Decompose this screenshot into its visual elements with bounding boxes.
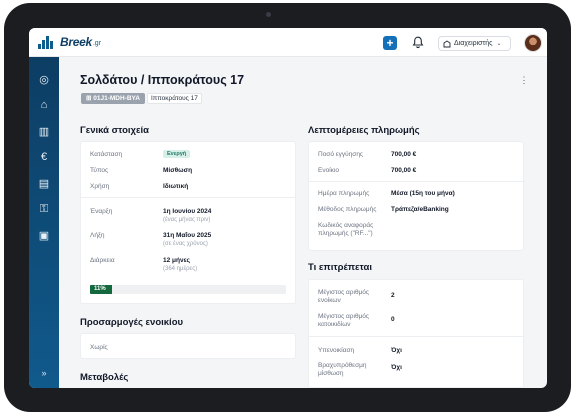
logo-mark-icon <box>38 35 58 49</box>
main-content: Σολδάτου / Ιπποκράτους 17 ⋮ ⊞ 01J1-MDH-B… <box>59 57 547 388</box>
sidebar-item-dashboard[interactable]: ◎ <box>36 71 52 87</box>
sidebar-expand-icon[interactable]: » <box>36 368 52 380</box>
adjustments-card: Χωρίς <box>80 333 296 359</box>
logo[interactable]: Breek .gr <box>38 34 101 50</box>
status-label: Κατάσταση <box>90 151 123 158</box>
payment-day-value: Μέσα (15η του μήνα) <box>391 190 455 197</box>
duration-days: (364 ημέρες) <box>163 266 198 272</box>
tablet-frame: Breek .gr + Διαχειριστής ⌄ ◎ ⌂ ▥ € ▤ ⚿ ▣… <box>4 3 571 412</box>
end-relative: (σε ένας χρόνος) <box>163 241 208 247</box>
documents-icon: ▤ <box>38 177 50 190</box>
contacts-icon: ▣ <box>38 229 50 242</box>
account-menu[interactable]: Διαχειριστής ⌄ <box>438 36 511 51</box>
duration-label: Διάρκεια <box>90 257 115 264</box>
account-menu-label: Διαχειριστής <box>454 40 493 47</box>
sidebar-item-properties[interactable]: ⌂ <box>36 97 52 113</box>
logo-text: Breek <box>60 35 92 49</box>
use-label: Χρήση <box>90 183 110 190</box>
changes-section-title: Μεταβολές <box>80 372 129 383</box>
start-relative: (ένας μήνας πριν) <box>163 217 211 223</box>
building-icon <box>443 39 451 47</box>
allowed-section-title: Τι επιτρέπεται <box>308 262 372 273</box>
payment-reference-label: Κωδικός αναφοράς πληρωμής ("RF...") <box>318 222 374 237</box>
top-bar: Breek .gr + Διαχειριστής ⌄ <box>29 28 547 57</box>
deposit-value: 700,00 € <box>391 151 417 158</box>
start-date: 1η Ιουνίου 2024 <box>163 208 212 215</box>
lease-code: 01J1-MDH-BYA <box>93 95 140 102</box>
end-date: 31η Μαΐου 2025 <box>163 232 212 239</box>
use-value: Ιδιωτική <box>163 183 189 190</box>
bell-icon[interactable] <box>412 36 424 49</box>
chevron-down-icon: ⌄ <box>496 41 502 47</box>
divider <box>81 197 297 198</box>
max-tenants-value: 2 <box>391 292 395 299</box>
rent-label: Ενοίκιο <box>318 167 339 174</box>
sidebar-item-documents[interactable]: ▤ <box>36 175 52 191</box>
start-value: 1η Ιουνίου 2024 (ένας μήνας πριν) <box>163 208 211 223</box>
general-section-title: Γενικά στοιχεία <box>80 125 149 136</box>
start-label: Έναρξη <box>90 208 113 215</box>
end-value: 31η Μαΐου 2025 (σε ένας χρόνος) <box>163 232 211 247</box>
avatar[interactable] <box>524 34 542 52</box>
lease-progress-bar: 11% <box>90 285 286 294</box>
page-title: Σολδάτου / Ιπποκράτους 17 <box>80 73 245 87</box>
sublet-label: Υπενοικίαση <box>318 347 355 354</box>
logo-suffix: .gr <box>92 40 102 47</box>
general-card: Κατάσταση Ενεργή Τύπος Μίσθωση Χρήση Ιδι… <box>80 141 297 304</box>
adjustments-value: Χωρίς <box>90 344 108 351</box>
address-chip[interactable]: Ιπποκράτους 17 <box>147 93 202 104</box>
payment-method-value: Τράπεζα/eBanking <box>391 206 449 213</box>
payment-card: Ποσό εγγύησης 700,00 € Ενοίκιο 700,00 € … <box>308 141 525 251</box>
app-screen: Breek .gr + Διαχειριστής ⌄ ◎ ⌂ ▥ € ▤ ⚿ ▣… <box>29 28 547 388</box>
max-tenants-label: Μέγιστος αριθμός ενοίκων <box>318 289 370 304</box>
dashboard-icon: ◎ <box>39 73 49 86</box>
lease-code-badge: ⊞ 01J1-MDH-BYA <box>81 93 145 104</box>
divider <box>309 336 525 337</box>
more-options-icon[interactable]: ⋮ <box>518 74 530 86</box>
sidebar-item-buildings[interactable]: ▥ <box>36 123 52 139</box>
adjustments-section-title: Προσαρμογές ενοικίου <box>80 317 184 328</box>
divider <box>309 181 525 182</box>
duration-months: 12 μήνες <box>163 257 191 264</box>
deposit-label: Ποσό εγγύησης <box>318 151 364 158</box>
type-label: Τύπος <box>90 167 109 174</box>
payment-day-label: Ημέρα πληρωμής <box>318 190 370 197</box>
camera-dot <box>266 12 271 17</box>
add-button[interactable]: + <box>383 36 397 50</box>
status-badge: Ενεργή <box>163 150 191 158</box>
short-term-value: Όχι <box>391 364 402 371</box>
properties-icon: ⌂ <box>40 99 48 111</box>
buildings-icon: ▥ <box>38 125 50 138</box>
payment-section-title: Λεπτομέρειες πληρωμής <box>308 125 420 136</box>
sidebar-item-keys[interactable]: ⚿ <box>36 201 52 217</box>
sidebar: ◎ ⌂ ▥ € ▤ ⚿ ▣ » <box>29 57 59 388</box>
payment-method-label: Μέθοδος πληρωμής <box>318 206 377 213</box>
max-pets-label: Μέγιστος αριθμός κατοικιδίων <box>318 313 370 328</box>
sidebar-item-payments[interactable]: € <box>36 149 52 165</box>
euro-icon: € <box>40 151 48 163</box>
lease-progress-fill: 11% <box>90 285 112 294</box>
end-label: Λήξη <box>90 232 105 239</box>
max-pets-value: 0 <box>391 316 395 323</box>
sidebar-item-contacts[interactable]: ▣ <box>36 227 52 243</box>
allowed-card: Μέγιστος αριθμός ενοίκων 2 Μέγιστος αριθ… <box>308 279 525 388</box>
short-term-label: Βραχυπρόθεσμη μίσθωση <box>318 362 367 377</box>
sublet-value: Όχι <box>391 347 402 354</box>
rent-value: 700,00 € <box>391 167 417 174</box>
duration-value: 12 μήνες (364 ημέρες) <box>163 257 197 272</box>
type-value: Μίσθωση <box>163 167 193 174</box>
key-icon: ⚿ <box>39 202 49 215</box>
